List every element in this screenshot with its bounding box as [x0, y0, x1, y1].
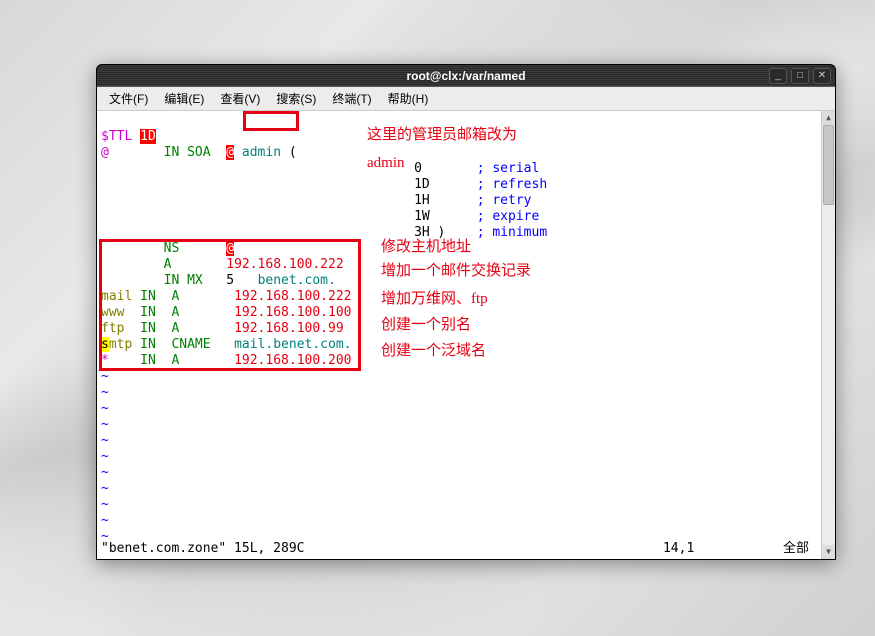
status-file: "benet.com.zone" 15L, 289C: [101, 541, 663, 557]
window-controls: _ □ ✕: [769, 68, 831, 84]
vim-tilde: ~: [101, 449, 109, 464]
rec1-pri: 5: [226, 273, 234, 288]
rec2-type: A: [171, 289, 179, 304]
terminal-content: $TTL 1D @ IN SOA @ admin ( 0 ; serial 1D…: [97, 111, 835, 559]
rec2-in: IN: [140, 289, 156, 304]
annotation-www-ftp: 增加万维网、ftp: [381, 291, 488, 307]
rec4-host: ftp: [101, 321, 124, 336]
status-percent: 全部: [783, 541, 817, 557]
rec5-in: IN: [140, 337, 156, 352]
rec1-in: IN: [164, 273, 180, 288]
ttl-keyword: $TTL: [101, 129, 132, 144]
rec1-type: MX: [187, 273, 203, 288]
rec4-in: IN: [140, 321, 156, 336]
rec4-type: A: [171, 321, 179, 336]
scrollbar[interactable]: ▲ ▼: [821, 111, 835, 559]
rec6-type: A: [171, 353, 179, 368]
soa-min-c: ; minimum: [477, 225, 547, 240]
ns-type: NS: [164, 241, 180, 256]
rec0-type: A: [164, 257, 172, 272]
cursor: s: [101, 337, 109, 352]
vim-tilde: ~: [101, 433, 109, 448]
annotation-mx: 增加一个邮件交换记录: [381, 263, 531, 279]
vim-tilde: ~: [101, 481, 109, 496]
rec6-val: 192.168.100.200: [234, 353, 351, 368]
titlebar[interactable]: root@clx:/var/named _ □ ✕: [97, 65, 835, 87]
rec3-val: 192.168.100.100: [234, 305, 351, 320]
rec5-type: CNAME: [171, 337, 210, 352]
annotation-admin-2: admin: [367, 155, 405, 171]
soa-admin: admin: [242, 145, 281, 160]
soa-ns: @: [226, 145, 234, 160]
rec2-host: mail: [101, 289, 132, 304]
rec3-type: A: [171, 305, 179, 320]
rec2-val: 192.168.100.222: [234, 289, 351, 304]
menu-terminal[interactable]: 终端(T): [324, 88, 379, 109]
vim-tilde: ~: [101, 497, 109, 512]
soa-retry-c: ; retry: [477, 193, 532, 208]
rec5-val: mail.benet.com.: [234, 337, 351, 352]
annotation-host: 修改主机地址: [381, 239, 471, 255]
scroll-thumb[interactable]: [823, 125, 834, 205]
soa-expire-c: ; expire: [477, 209, 540, 224]
vim-tilde: ~: [101, 417, 109, 432]
status-position: 14,1: [663, 541, 783, 557]
soa-refresh-c: ; refresh: [477, 177, 547, 192]
rec5-host-rest: mtp: [109, 337, 132, 352]
soa-expire-val: 1W: [414, 209, 430, 224]
menu-view[interactable]: 查看(V): [212, 88, 268, 109]
close-button[interactable]: ✕: [813, 68, 831, 84]
maximize-button[interactable]: □: [791, 68, 809, 84]
rec6-in: IN: [140, 353, 156, 368]
soa-refresh-val: 1D: [414, 177, 430, 192]
rec0-val: 192.168.100.222: [226, 257, 343, 272]
soa-min-val: 3H ): [414, 225, 445, 240]
vim-tilde: ~: [101, 385, 109, 400]
rec6-host: *: [101, 353, 109, 368]
vim-tilde: ~: [101, 401, 109, 416]
in-soa: IN SOA: [164, 145, 211, 160]
terminal-window: root@clx:/var/named _ □ ✕ 文件(F) 编辑(E) 查看…: [96, 64, 836, 560]
rec1-val: benet.com.: [258, 273, 336, 288]
vim-status-line: "benet.com.zone" 15L, 289C 14,1 全部: [101, 541, 817, 557]
scroll-down-icon[interactable]: ▼: [822, 545, 835, 559]
soa-paren: (: [281, 145, 297, 160]
vim-tilde: ~: [101, 369, 109, 384]
rec4-val: 192.168.100.99: [234, 321, 344, 336]
annotation-wildcard: 创建一个泛域名: [381, 343, 486, 359]
rec3-host: www: [101, 305, 124, 320]
menu-help[interactable]: 帮助(H): [380, 88, 437, 109]
annotation-box-admin: [243, 111, 299, 131]
menu-file[interactable]: 文件(F): [101, 88, 156, 109]
scroll-up-icon[interactable]: ▲: [822, 111, 835, 125]
ttl-value: 1D: [140, 129, 156, 144]
vim-tilde: ~: [101, 513, 109, 528]
menu-search[interactable]: 搜索(S): [268, 88, 324, 109]
menu-edit[interactable]: 编辑(E): [156, 88, 212, 109]
annotation-admin-1: 这里的管理员邮箱改为: [367, 127, 517, 143]
minimize-button[interactable]: _: [769, 68, 787, 84]
rec3-in: IN: [140, 305, 156, 320]
soa-serial-c: ; serial: [477, 161, 540, 176]
window-title: root@clx:/var/named: [406, 69, 525, 83]
origin-at: @: [101, 145, 109, 160]
terminal-area[interactable]: $TTL 1D @ IN SOA @ admin ( 0 ; serial 1D…: [97, 111, 835, 559]
ns-val: @: [226, 241, 234, 256]
soa-retry-val: 1H: [414, 193, 430, 208]
vim-tilde: ~: [101, 465, 109, 480]
annotation-cname: 创建一个别名: [381, 317, 471, 333]
menubar: 文件(F) 编辑(E) 查看(V) 搜索(S) 终端(T) 帮助(H): [97, 87, 835, 111]
soa-serial-val: 0: [414, 161, 430, 176]
